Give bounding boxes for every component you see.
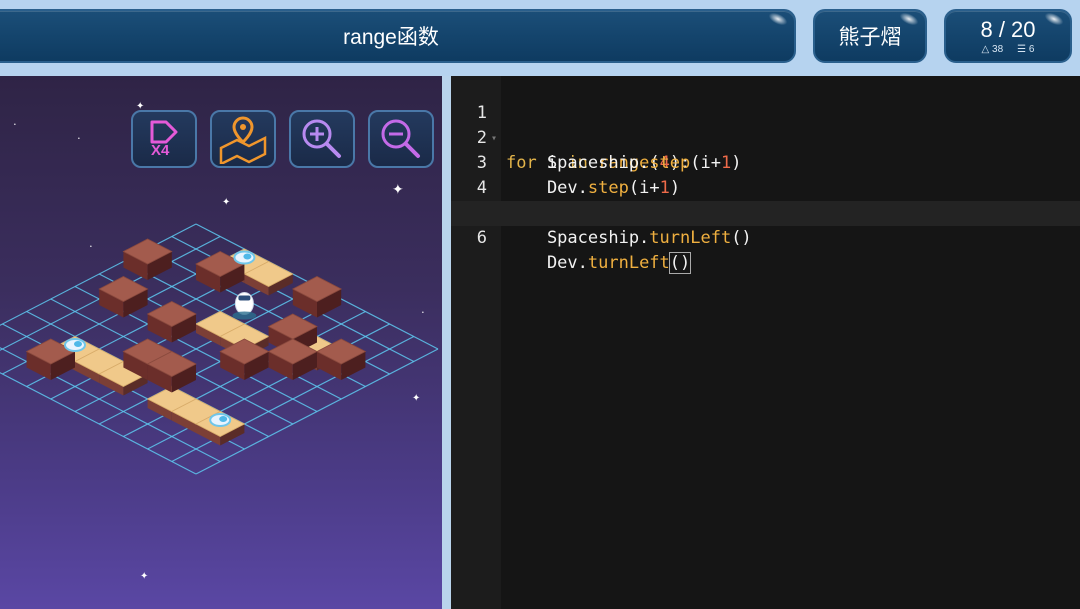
- user-name-button[interactable]: 熊子熠: [813, 9, 927, 63]
- robot-base: [232, 311, 257, 320]
- code-line-4[interactable]: 4 Dev.step(-(i+1)): [451, 151, 1080, 223]
- bag-stat: △ 38: [982, 44, 1004, 55]
- list-icon: ☰: [1017, 43, 1027, 55]
- gloss-highlight: [1042, 10, 1066, 28]
- level-title: range函数: [343, 26, 439, 49]
- game-scene[interactable]: ✦ ✦ ✦ • • • • ✦ ✦ X4: [0, 76, 442, 609]
- code-line-2[interactable]: 2 Spaceship.step(i+1): [451, 101, 1080, 173]
- code-line-3[interactable]: 3 Dev.step(i+1): [451, 126, 1080, 198]
- user-name: 熊子熠: [838, 26, 902, 49]
- energy-pod-icon: [243, 253, 252, 260]
- level-progress-button[interactable]: 8 / 20 △ 38 ☰ 6: [944, 9, 1072, 63]
- bag-icon: △: [981, 43, 990, 55]
- bag-count: 38: [992, 43, 1004, 55]
- panel-divider[interactable]: [442, 76, 451, 609]
- energy-pod-icon: [74, 341, 82, 347]
- code-text[interactable]: Spaceship.turnLeft(): [506, 226, 752, 251]
- line-number: 6: [476, 228, 487, 248]
- gloss-highlight: [766, 10, 790, 28]
- level-progress: 8 / 20: [980, 16, 1036, 42]
- level-title-bar: range函数: [0, 9, 796, 63]
- code-editor[interactable]: 1 ▾ for i in range(4): 2 Spaceship.step(…: [451, 76, 1080, 609]
- code-text[interactable]: Dev.turnLeft(): [506, 251, 692, 276]
- level-stats: △ 38 ☰ 6: [982, 44, 1035, 55]
- list-count: 6: [1028, 43, 1035, 55]
- code-line-6[interactable]: 6 Dev.turnLeft(): [451, 201, 1080, 274]
- energy-pod-icon: [219, 416, 228, 422]
- code-line-1[interactable]: 1 ▾ for i in range(4):: [451, 76, 1080, 173]
- code-line-5[interactable]: 5 Spaceship.turnLeft(): [451, 176, 1080, 248]
- game-board[interactable]: [0, 76, 442, 609]
- robot-visor: [238, 295, 251, 301]
- list-stat: ☰ 6: [1017, 44, 1034, 55]
- top-bar: range函数 熊子熠 8 / 20 △ 38 ☰ 6: [0, 0, 1080, 76]
